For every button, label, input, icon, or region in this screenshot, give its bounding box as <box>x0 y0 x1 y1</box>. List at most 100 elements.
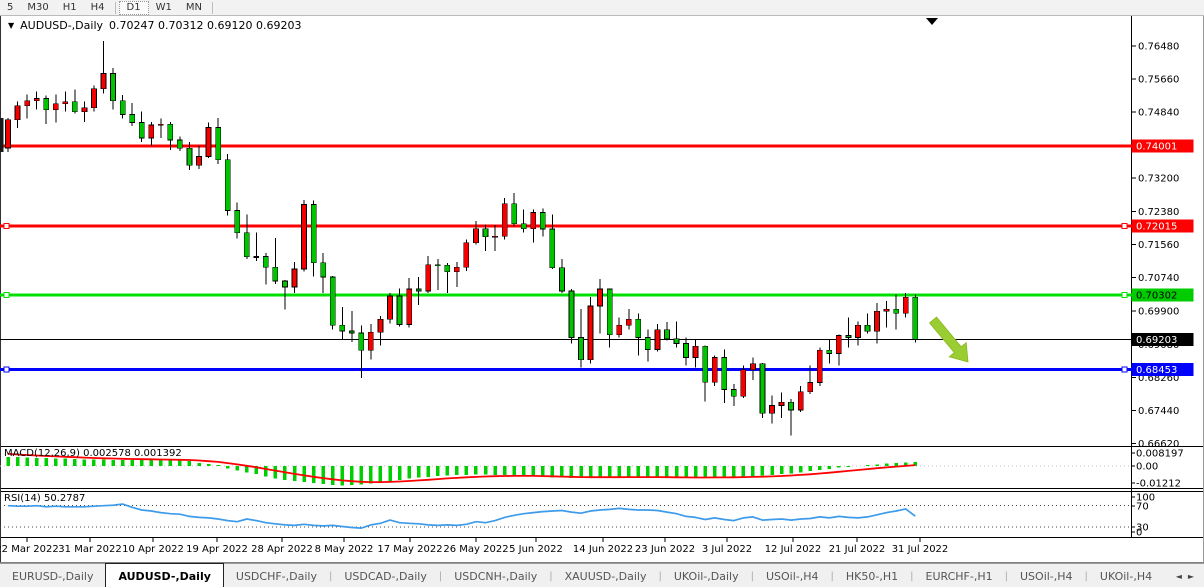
candle-body <box>559 268 564 291</box>
candle-body <box>187 148 192 165</box>
candle-body <box>913 297 918 339</box>
tab-eurchf-h1[interactable]: EURCHF-,H1 <box>914 564 1005 587</box>
candle-body <box>72 102 77 112</box>
macd-axis-label: 0.00 <box>1136 462 1158 473</box>
tab-usoil-h4[interactable]: USOil-,H4 <box>1008 564 1085 587</box>
candle-body <box>426 265 431 291</box>
line-endpoint-marker[interactable] <box>4 293 9 298</box>
tab-eurusd-daily[interactable]: EURUSD-,Daily <box>0 564 105 587</box>
candle-body <box>655 330 660 350</box>
tab-scroll-right-icon[interactable]: ► <box>1188 572 1194 581</box>
candle-body <box>473 229 478 243</box>
candle-body <box>302 204 307 268</box>
price-axis-label: 0.74840 <box>1138 108 1179 119</box>
price-axis-label: 0.67440 <box>1138 406 1179 417</box>
candle-body <box>579 337 584 359</box>
date-axis-label: 14 Jun 2022 <box>573 544 633 555</box>
candle-body <box>722 358 727 390</box>
date-axis-label: 12 Jul 2022 <box>765 544 822 555</box>
line-endpoint-marker[interactable] <box>1122 367 1127 372</box>
candle-body <box>855 325 860 337</box>
candle-body <box>149 125 154 138</box>
tab-hk50-h1[interactable]: HK50-,H1 <box>834 564 910 587</box>
date-axis-label: 22 Mar 2022 <box>0 544 59 555</box>
tab-usdcad-daily[interactable]: USDCAD-,Daily <box>332 564 438 587</box>
date-axis-label: 19 Apr 2022 <box>186 544 248 555</box>
candle-body <box>282 281 287 287</box>
candle-body <box>531 212 536 228</box>
candle-body <box>330 277 335 325</box>
tab-audusd-daily[interactable]: AUDUSD-,Daily <box>105 563 223 587</box>
chart-title: ▼ AUDUSD-,Daily 0.70247 0.70312 0.69120 … <box>8 19 301 32</box>
candle-body <box>139 123 144 138</box>
price-axis-label: 0.71560 <box>1138 240 1179 251</box>
candle-body <box>827 350 832 353</box>
candle-body <box>82 108 87 112</box>
candle-body <box>292 269 297 287</box>
chart-canvas[interactable]: 0.764800.756600.748400.732000.723800.715… <box>0 0 1204 587</box>
candle-body <box>63 102 68 104</box>
candle-body <box>693 346 698 357</box>
tab-xauusd-daily[interactable]: XAUUSD-,Daily <box>553 564 659 587</box>
rsi-label: RSI(14) 50.2787 <box>4 493 85 504</box>
date-axis-label: 23 Jun 2022 <box>635 544 695 555</box>
candle-body <box>493 236 498 237</box>
candle-body <box>770 406 775 414</box>
tab-ukoil-h4[interactable]: UKOil-,H4 <box>1088 564 1164 587</box>
candle-body <box>798 392 803 410</box>
candle-body <box>359 333 364 350</box>
price-badge-text: 0.69203 <box>1136 335 1177 346</box>
candle-body <box>684 343 689 357</box>
candle-body <box>884 309 889 311</box>
tab-ukoil-daily[interactable]: UKOil-,Daily <box>662 564 751 587</box>
candle-body <box>607 289 612 335</box>
tab-usdchf-daily[interactable]: USDCHF-,Daily <box>224 564 329 587</box>
date-axis-label: 5 Jun 2022 <box>509 544 563 555</box>
chart-shift-marker <box>926 18 938 25</box>
candle-body <box>512 204 517 224</box>
candle-body <box>53 104 58 110</box>
price-badge-text: 0.68453 <box>1136 365 1177 376</box>
price-badge-text: 0.74001 <box>1136 141 1177 152</box>
candle-body <box>674 339 679 344</box>
candle-body <box>569 291 574 337</box>
candle-body <box>263 256 268 267</box>
candle-body <box>321 263 326 277</box>
line-endpoint-marker[interactable] <box>1122 293 1127 298</box>
candle-body <box>435 265 440 266</box>
rsi-axis-label: 70 <box>1136 502 1149 513</box>
symbol-tabbar: EURUSD-,DailyAUDUSD-,DailyUSDCHF-,Daily|… <box>0 563 1204 587</box>
candle-body <box>378 319 383 332</box>
candle-body <box>588 306 593 360</box>
candle-body <box>311 204 316 262</box>
candle-body <box>550 229 555 268</box>
line-endpoint-marker[interactable] <box>4 223 9 228</box>
price-axis-label: 0.75660 <box>1138 75 1179 86</box>
candle-body <box>44 98 49 109</box>
candle-body <box>779 402 784 405</box>
candle-body <box>25 101 30 106</box>
date-axis-label: 10 Apr 2022 <box>122 544 184 555</box>
macd-axis-label: -0.01212 <box>1136 479 1181 490</box>
candle-body <box>120 101 125 115</box>
candle-body <box>731 389 736 396</box>
candle-body <box>808 383 813 392</box>
line-endpoint-marker[interactable] <box>4 367 9 372</box>
candle-body <box>454 267 459 271</box>
tab-scroll-left-icon[interactable]: ◄ <box>1176 572 1182 581</box>
candle-body <box>340 325 345 331</box>
candle-body <box>101 73 106 88</box>
tab-usoil-h4[interactable]: USOil-,H4 <box>754 564 831 587</box>
rsi-axis-label: 0 <box>1136 528 1142 539</box>
candle-body <box>368 332 373 350</box>
price-badge-text: 0.72015 <box>1136 221 1177 232</box>
chart-symbol-label: AUDUSD-,Daily <box>20 19 103 32</box>
price-axis-label: 0.76480 <box>1138 42 1179 53</box>
terminal-window: 5M30H1H4D1W1MN 0.764800.756600.748400.73… <box>0 0 1204 587</box>
line-endpoint-marker[interactable] <box>1122 223 1127 228</box>
tab-usdcnh-daily[interactable]: USDCNH-,Daily <box>442 564 549 587</box>
candle-body <box>216 127 221 159</box>
candle-body <box>130 115 135 123</box>
date-axis-label: 17 May 2022 <box>377 544 442 555</box>
candle-body <box>235 210 240 232</box>
